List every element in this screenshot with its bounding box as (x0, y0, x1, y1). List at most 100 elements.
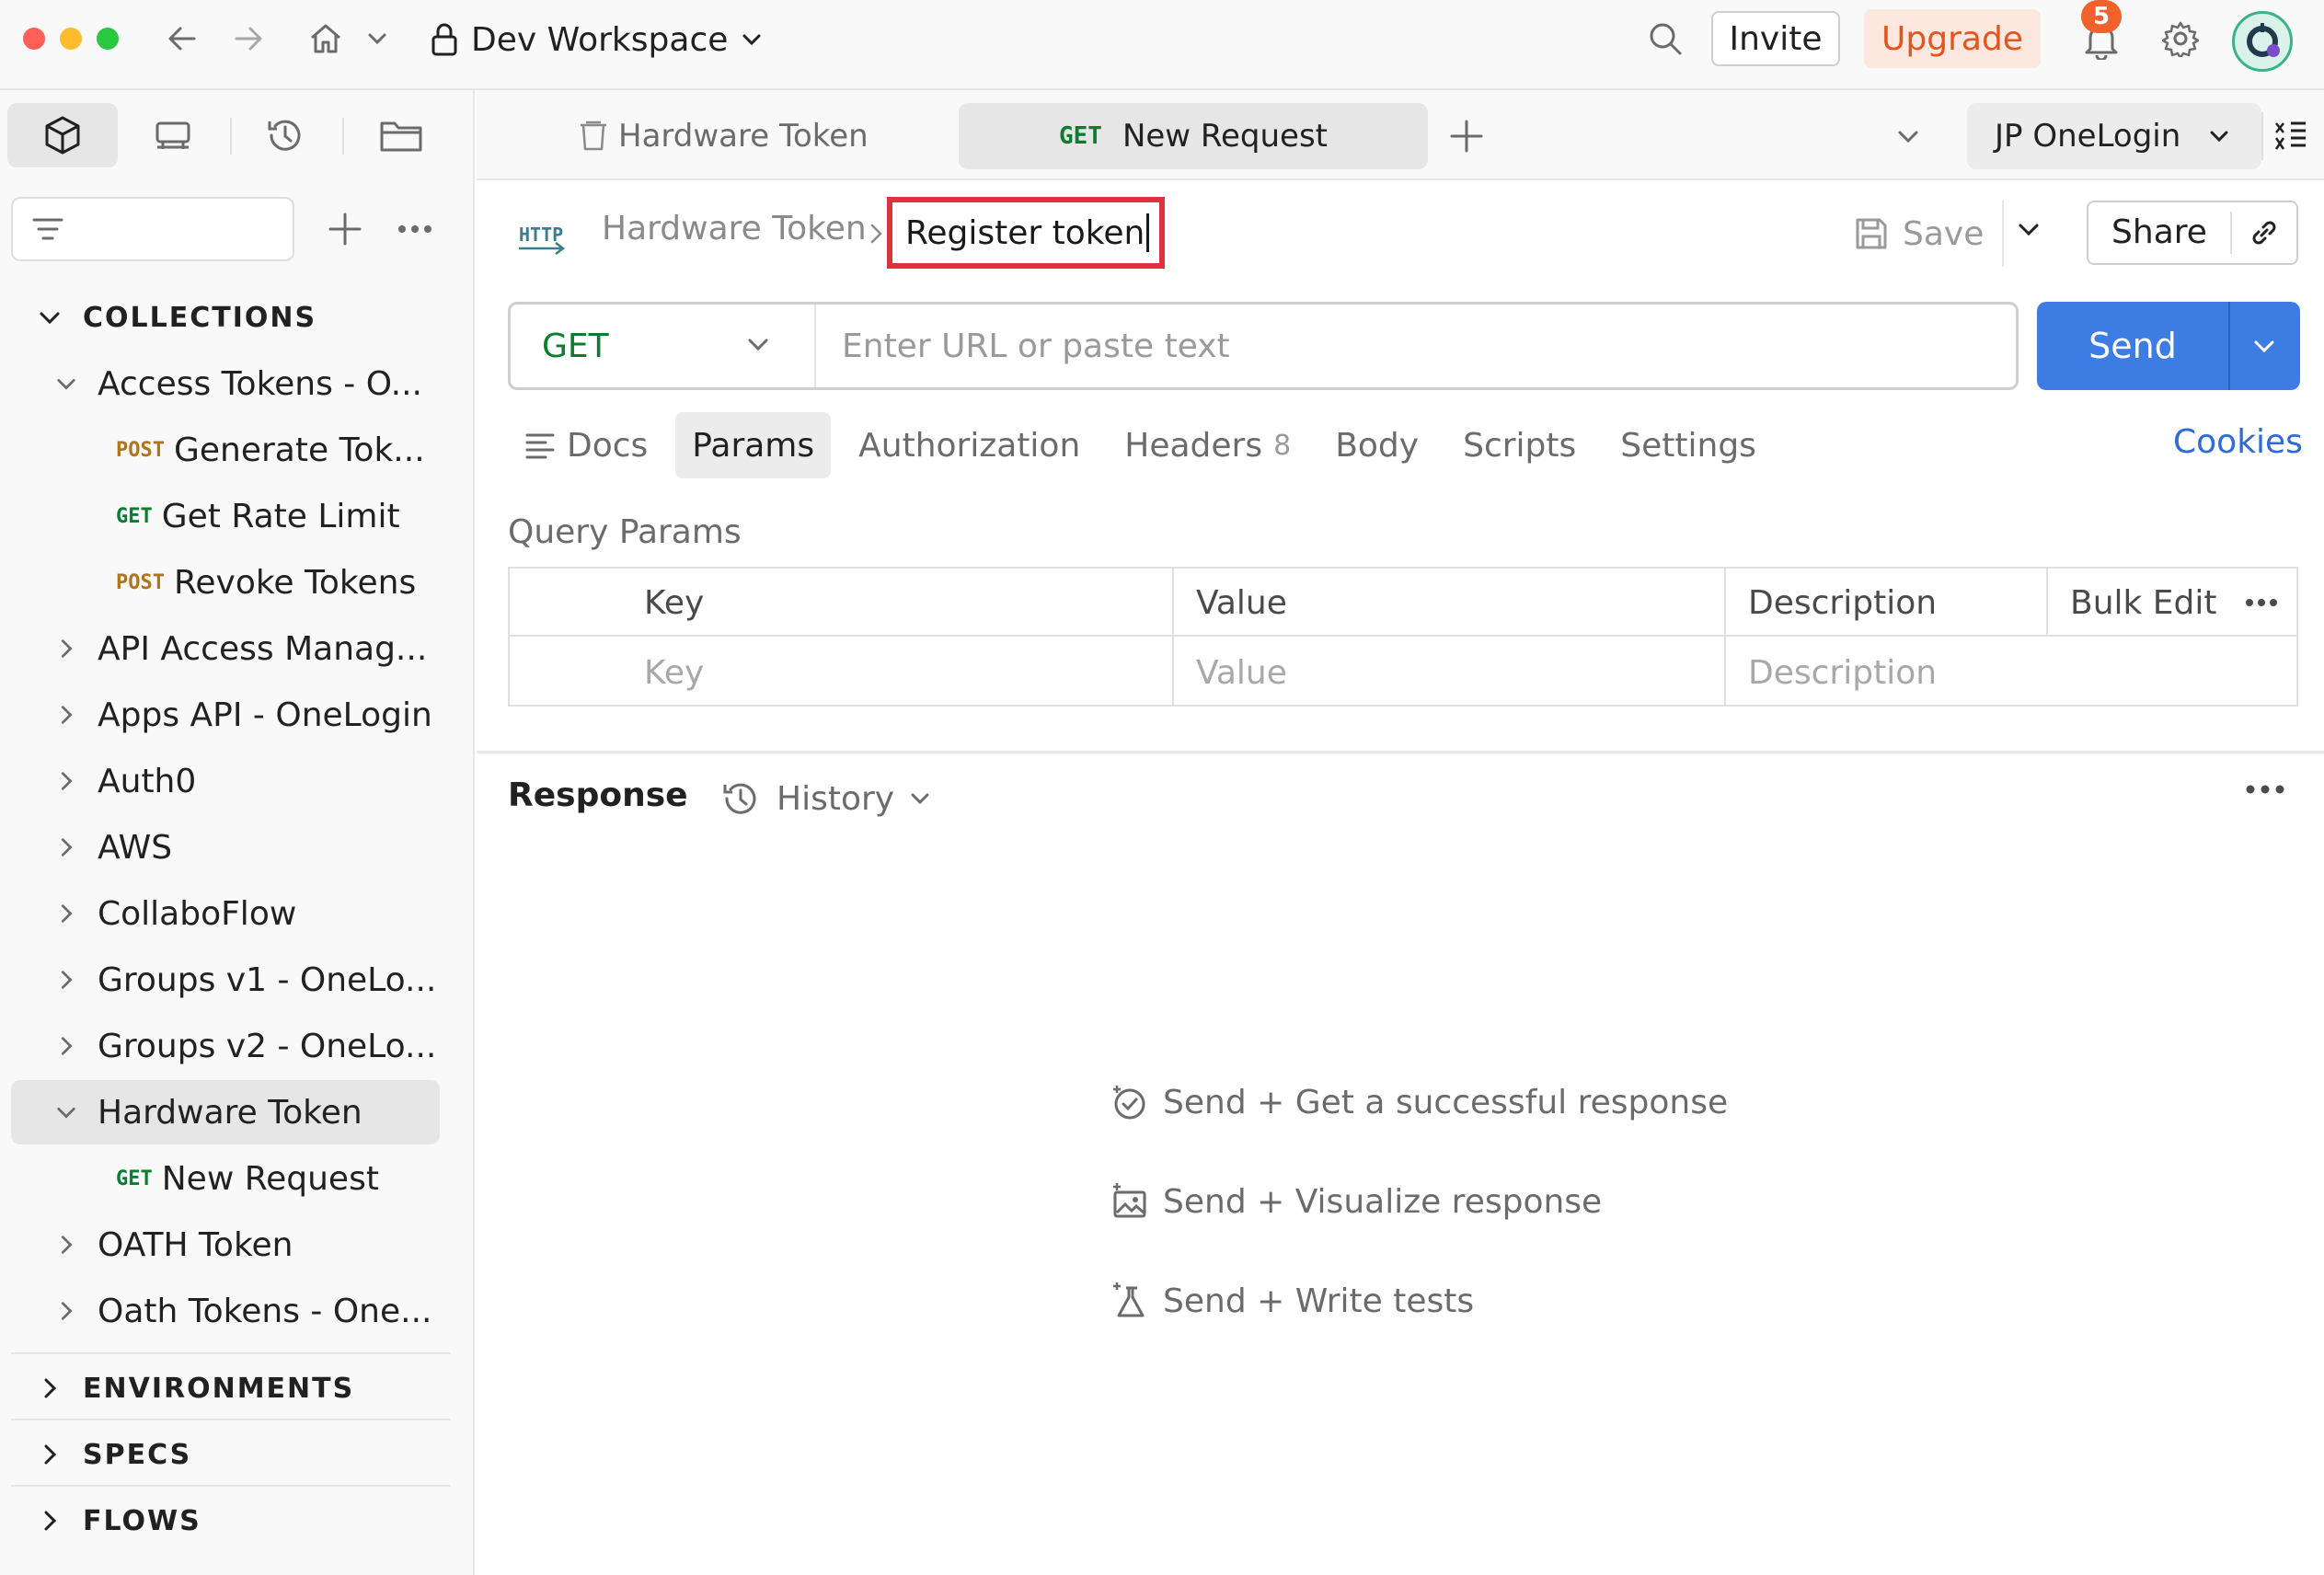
chevron-right-icon (867, 223, 887, 245)
collection-groups-v2[interactable]: Groups v2 - OneLo... (11, 1014, 440, 1078)
share-button[interactable]: Share (2087, 201, 2298, 265)
link-icon[interactable] (2232, 216, 2296, 249)
search-icon[interactable] (1647, 20, 1684, 57)
home-icon[interactable] (307, 20, 344, 57)
workspace-name: Dev Workspace (471, 20, 729, 59)
hint-visualize-response[interactable]: Send + Visualize response (1110, 1176, 1602, 1227)
collection-api-access-management[interactable]: API Access Manag... (11, 616, 440, 681)
request-generate-tokens[interactable]: POST Generate Tok... (11, 418, 440, 482)
send-button[interactable]: Send (2037, 302, 2230, 390)
column-header-value: Value (1196, 583, 1287, 622)
chevron-down-icon (911, 793, 929, 805)
section-flows[interactable]: FLOWS (11, 1489, 440, 1553)
request-get-rate-limit[interactable]: GET Get Rate Limit (11, 484, 440, 548)
table-header-row: Key Value Description Bulk Edit (510, 569, 2296, 637)
tab-authorization[interactable]: Authorization (842, 412, 1097, 478)
chevron-right-icon (52, 965, 81, 994)
send-options-chevron-icon[interactable] (2230, 302, 2298, 390)
more-horizontal-icon (398, 225, 431, 233)
http-icon: HTTP (515, 213, 567, 258)
docs-icon (525, 433, 555, 459)
response-divider[interactable] (477, 751, 2324, 753)
url-input[interactable]: Enter URL or paste text (842, 305, 2001, 387)
request-tab-strip: Hardware Token GET New Request JP OneLog… (477, 90, 2324, 180)
collection-hardware-token[interactable]: Hardware Token (11, 1080, 440, 1144)
table-more-button[interactable] (2245, 569, 2278, 637)
chevron-right-icon (52, 899, 81, 928)
gear-icon[interactable] (2162, 20, 2199, 57)
home-dropdown-chevron-icon[interactable] (359, 20, 396, 57)
tab-body[interactable]: Body (1318, 412, 1435, 478)
collection-auth0[interactable]: Auth0 (11, 749, 440, 813)
method-select[interactable]: GET (511, 305, 816, 387)
tab-files[interactable] (346, 103, 456, 167)
collection-groups-v1[interactable]: Groups v1 - OneLo... (11, 948, 440, 1012)
collection-oath-token[interactable]: OATH Token (11, 1213, 440, 1277)
save-options-chevron-icon[interactable] (2017, 217, 2041, 241)
param-description-input[interactable]: Description (1748, 638, 1937, 707)
request-new-request[interactable]: GET New Request (11, 1146, 440, 1211)
history-icon (268, 120, 301, 151)
tab-collections[interactable] (7, 103, 118, 167)
tab-new-request[interactable]: GET New Request (959, 103, 1428, 169)
invite-button[interactable]: Invite (1711, 11, 1840, 66)
request-revoke-tokens[interactable]: POST Revoke Tokens (11, 550, 440, 615)
check-sparkle-icon (1113, 1086, 1145, 1120)
back-arrow-icon[interactable] (164, 20, 201, 57)
upgrade-button[interactable]: Upgrade (1864, 9, 2041, 68)
save-button[interactable]: Save (1853, 206, 1984, 261)
divider (11, 1485, 451, 1487)
chevron-down-icon (52, 369, 81, 398)
notification-badge: 5 (2081, 0, 2122, 33)
cookies-link[interactable]: Cookies (2173, 423, 2303, 461)
response-more-button[interactable] (2245, 784, 2285, 795)
bulk-edit-button[interactable]: Bulk Edit (2070, 569, 2217, 637)
more-horizontal-icon (2246, 599, 2277, 606)
param-key-input[interactable]: Key (644, 638, 704, 707)
tab-list-chevron-icon[interactable] (1890, 118, 1927, 155)
new-collection-button[interactable] (324, 208, 366, 250)
section-specs[interactable]: SPECS (11, 1422, 440, 1487)
chevron-right-icon (35, 1374, 64, 1403)
avatar[interactable] (2232, 11, 2293, 72)
filter-input[interactable] (11, 197, 294, 261)
new-tab-button[interactable] (1448, 118, 1485, 155)
hint-successful-response[interactable]: Send + Get a successful response (1110, 1076, 1728, 1128)
tab-params[interactable]: Params (675, 412, 832, 478)
history-dropdown[interactable]: History (719, 773, 931, 824)
collection-oath-tokens[interactable]: Oath Tokens - One... (11, 1279, 440, 1343)
window-close-button[interactable] (23, 28, 45, 50)
chevron-right-icon (52, 766, 81, 796)
collection-aws[interactable]: AWS (11, 815, 440, 879)
more-horizontal-icon (2246, 785, 2284, 794)
folder-icon (380, 121, 422, 152)
tab-history[interactable] (230, 103, 340, 167)
environment-selector[interactable]: JP OneLogin (1967, 103, 2261, 169)
sidebar-more-button[interactable] (394, 208, 436, 250)
chevron-down-icon (52, 1098, 81, 1127)
headers-count: 8 (1273, 429, 1292, 462)
request-name-input[interactable]: Register token (887, 197, 1165, 269)
environment-variables-icon[interactable] (2272, 118, 2309, 155)
tab-docs[interactable]: Docs (508, 412, 664, 478)
tab-headers[interactable]: Headers 8 (1108, 412, 1307, 478)
environment-icon (155, 121, 190, 149)
collection-apps-api[interactable]: Apps API - OneLogin (11, 683, 440, 747)
section-environments[interactable]: ENVIRONMENTS (11, 1356, 440, 1420)
collection-collaboflow[interactable]: CollaboFlow (11, 881, 440, 946)
tab-hardware-token[interactable]: Hardware Token (569, 103, 872, 169)
query-params-title: Query Params (508, 513, 742, 551)
window-zoom-button[interactable] (97, 28, 119, 50)
workspace-switcher[interactable]: Dev Workspace (431, 17, 763, 63)
collection-access-tokens[interactable]: Access Tokens - O... (11, 351, 440, 416)
window-minimize-button[interactable] (60, 28, 82, 50)
tab-environments[interactable] (118, 103, 228, 167)
hint-write-tests[interactable]: Send + Write tests (1110, 1275, 1474, 1327)
tab-scripts[interactable]: Scripts (1446, 412, 1593, 478)
chevron-right-icon (35, 1440, 64, 1469)
tab-settings[interactable]: Settings (1604, 412, 1773, 478)
section-collections[interactable]: COLLECTIONS (11, 285, 440, 350)
breadcrumb-parent[interactable]: Hardware Token (602, 210, 867, 247)
param-value-input[interactable]: Value (1196, 638, 1287, 707)
forward-arrow-icon[interactable] (230, 20, 267, 57)
